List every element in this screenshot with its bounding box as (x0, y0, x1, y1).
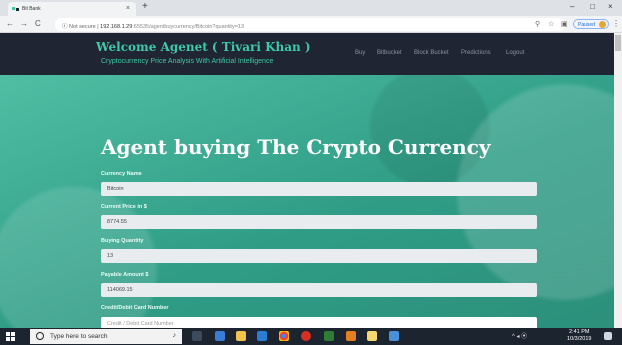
currency-name-label: Currency Name (101, 171, 142, 177)
current-price-field[interactable]: 8774.55 (101, 215, 537, 229)
tab-title: Bit Bank (22, 6, 41, 12)
nav-link-bitbucket[interactable]: Bitbucket (377, 50, 402, 56)
chrome-icon[interactable] (279, 331, 289, 341)
store-icon[interactable] (257, 331, 267, 341)
maximize-icon[interactable]: □ (590, 2, 595, 11)
forward-icon[interactable]: → (20, 19, 28, 28)
address-bar[interactable]: ⓘ Not secure | 192.168.1.29:65535/agentb… (55, 18, 565, 31)
tab-close-icon[interactable]: × (126, 5, 130, 12)
zoom-icon[interactable]: ⚲ (535, 20, 540, 28)
taskbar-search-placeholder: Type here to search (50, 333, 108, 340)
taskbar-clock[interactable]: 2:41 PM 10/3/2019 (567, 329, 591, 343)
windows-start-icon[interactable] (6, 332, 15, 341)
edge-icon[interactable] (215, 331, 225, 341)
page-heading: Agent buying The Crypto Currency (101, 135, 491, 159)
microphone-icon[interactable]: ♪ (173, 332, 177, 339)
clock-time: 2:41 PM (568, 329, 590, 335)
minimize-icon[interactable]: – (570, 2, 574, 11)
browser-menu-icon[interactable]: ⋮ (612, 19, 620, 28)
paused-label: Paused (578, 22, 595, 28)
card-number-label: Credit/Debit Card Number (101, 305, 169, 311)
windows-taskbar: Type here to search ♪ ^ ◂ ⦿ 2:41 PM 10/3… (0, 328, 622, 345)
extension-icon[interactable]: ▣ (561, 20, 568, 28)
back-icon[interactable]: ← (6, 19, 14, 28)
app-orange-icon[interactable] (346, 331, 356, 341)
web-page: Welcome Agenet ( Tivari Khan ) Cryptocur… (0, 33, 614, 328)
url-path: :65535/agentbuycurrency/Bitcoin?quantity… (132, 23, 245, 30)
taskbar-search-box[interactable]: Type here to search ♪ (30, 329, 182, 344)
close-window-icon[interactable]: × (608, 2, 613, 11)
avatar (599, 21, 606, 28)
clock-date: 10/3/2019 (567, 336, 592, 342)
nav-link-block-bucket[interactable]: Block Bucket (414, 50, 449, 56)
nav-link-predictions[interactable]: Predictions (461, 50, 491, 56)
site-brand-title[interactable]: Welcome Agenet ( Tivari Khan ) (96, 40, 311, 54)
app-green-icon[interactable] (324, 331, 334, 341)
bookmark-star-icon[interactable]: ☆ (548, 20, 554, 28)
site-info-icon[interactable]: ⓘ (62, 24, 68, 30)
payable-amount-field[interactable]: 114069.15 (101, 283, 537, 297)
search-icon (36, 332, 44, 340)
payable-amount-label: Payable Amount $ (101, 272, 149, 278)
app-blue-icon[interactable] (389, 331, 399, 341)
current-price-label: Current Price in $ (101, 204, 147, 210)
buying-quantity-field[interactable]: 13 (101, 249, 537, 263)
profile-paused-button[interactable]: Paused (573, 19, 609, 29)
app-yellow-icon[interactable] (367, 331, 377, 341)
nav-link-logout[interactable]: Logout (506, 50, 524, 56)
notifications-icon[interactable] (604, 332, 612, 340)
security-label: Not secure (69, 23, 96, 30)
browser-toolbar: ← → C ⓘ Not secure | 192.168.1.29:65535/… (0, 16, 622, 33)
nav-link-buy[interactable]: Buy (355, 50, 365, 56)
site-tagline: Cryptocurrency Price Analysis With Artif… (101, 58, 274, 65)
browser-tab[interactable]: Bit Bank × (8, 2, 136, 16)
currency-name-field[interactable]: Bitcoin (101, 182, 537, 196)
system-tray-icons[interactable]: ^ ◂ ⦿ (512, 331, 527, 340)
browser-tab-strip: Bit Bank × + – □ × (0, 0, 622, 16)
bitbank-favicon-icon (12, 7, 19, 11)
site-navbar: Welcome Agenet ( Tivari Khan ) Cryptocur… (0, 33, 614, 75)
file-explorer-icon[interactable] (236, 331, 246, 341)
reload-icon[interactable]: C (35, 19, 41, 28)
app-red-icon[interactable] (301, 331, 311, 341)
url-host: 192.168.1.29 (100, 23, 133, 30)
scrollbar-thumb[interactable] (615, 35, 621, 51)
task-view-icon[interactable] (192, 331, 202, 341)
new-tab-icon[interactable]: + (142, 1, 148, 12)
buying-quantity-label: Buying Quantity (101, 238, 144, 244)
page-scrollbar[interactable] (614, 33, 622, 328)
card-number-input[interactable]: Credit / Debit Card Number (101, 317, 537, 328)
